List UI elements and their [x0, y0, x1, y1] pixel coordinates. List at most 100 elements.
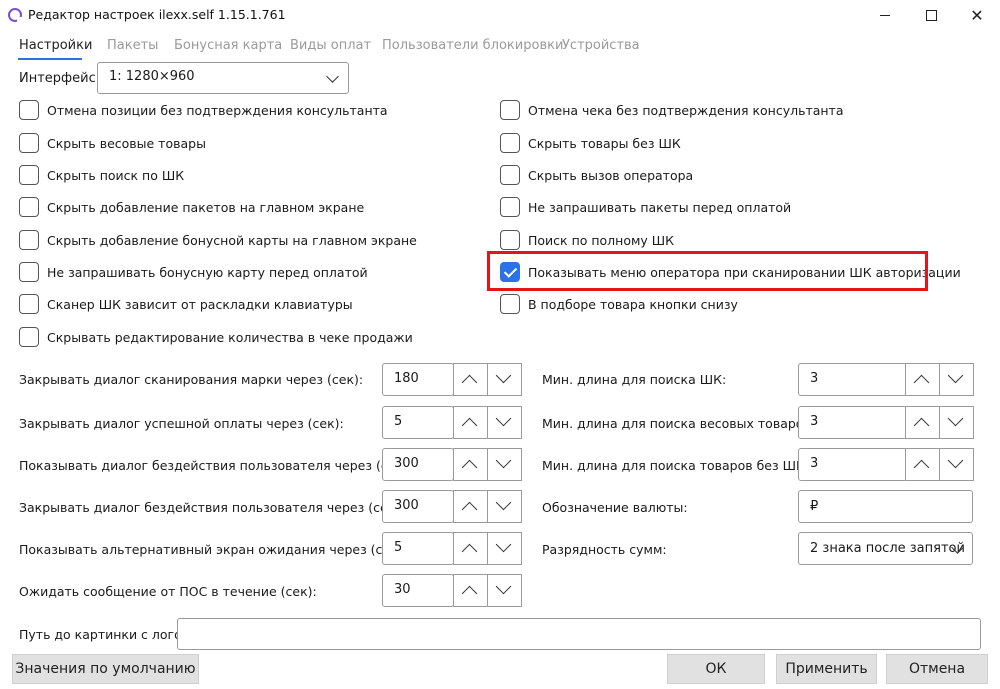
tab-settings[interactable]: Настройки [19, 38, 92, 53]
min-no-barcode-length-input[interactable]: 3 [798, 448, 907, 481]
maximize-button[interactable] [908, 0, 954, 30]
cancel-button[interactable]: Отмена [886, 654, 988, 684]
ok-button[interactable]: ОК [667, 654, 765, 684]
logo-path-label: Путь до картинки с лого: [19, 627, 186, 642]
spin-up-button[interactable] [453, 532, 488, 565]
spin-down-button[interactable] [487, 363, 522, 396]
field-label: Показывать диалог бездействия пользовате… [19, 458, 413, 473]
minimize-icon [880, 14, 890, 16]
interface-select[interactable]: 1: 1280×960 [97, 62, 349, 94]
spin-down-button[interactable] [487, 406, 522, 439]
checkbox-full-barcode-search[interactable] [500, 230, 520, 250]
checkbox-buttons-bottom[interactable] [500, 294, 520, 314]
highlight-box [487, 251, 928, 291]
field-label: Мин. длина для поиска весовых товаров: [542, 416, 816, 431]
chevron-up-icon [461, 374, 478, 391]
tab-lock-users[interactable]: Пользователи блокировки [382, 38, 563, 53]
spin-down-button[interactable] [939, 406, 974, 439]
spin-down-button[interactable] [487, 574, 522, 607]
field-label: Мин. длина для поиска ШК: [542, 372, 727, 387]
checkbox-hide-weighted[interactable] [19, 133, 39, 153]
chevron-down-icon [495, 536, 512, 553]
min-weighted-length-input[interactable]: 3 [798, 406, 907, 439]
active-tab-indicator [18, 58, 82, 60]
checkbox-label: Скрыть добавление пакетов на главном экр… [47, 200, 365, 215]
spin-up-button[interactable] [453, 574, 488, 607]
chevron-up-icon [913, 417, 930, 434]
spin-down-button[interactable] [487, 532, 522, 565]
chevron-down-icon [947, 452, 964, 469]
maximize-icon [925, 9, 937, 21]
apply-button[interactable]: Применить [776, 654, 877, 684]
digits-select[interactable]: 2 знака после запятой [798, 532, 973, 565]
checkbox-hide-no-barcode[interactable] [500, 133, 520, 153]
chevron-down-icon [495, 494, 512, 511]
chevron-up-icon [913, 459, 930, 476]
spin-up-button[interactable] [453, 490, 488, 523]
field-value: 300 [394, 456, 419, 471]
spin-down-button[interactable] [939, 448, 974, 481]
defaults-button[interactable]: Значения по умолчанию [12, 654, 199, 684]
tab-devices[interactable]: Устройства [562, 38, 640, 53]
tab-packages[interactable]: Пакеты [107, 38, 158, 53]
currency-value: ₽ [810, 499, 819, 514]
currency-input[interactable]: ₽ [798, 490, 973, 523]
min-barcode-length-input[interactable]: 3 [798, 363, 907, 396]
field-label: Закрывать диалог бездействия пользовател… [19, 500, 405, 515]
close-window-button[interactable]: ✕ [954, 0, 1000, 30]
checkbox-cancel-position[interactable] [19, 100, 39, 120]
spin-up-button[interactable] [905, 363, 940, 396]
checkbox-label: Скрывать редактирование количества в чек… [47, 330, 413, 345]
checkbox-hide-add-packages[interactable] [19, 197, 39, 217]
checkbox-label: Скрыть весовые товары [47, 136, 206, 151]
spin-up-button[interactable] [453, 448, 488, 481]
pos-wait-timeout-input[interactable]: 30 [382, 574, 454, 607]
chevron-up-icon [913, 374, 930, 391]
close-icon: ✕ [970, 5, 984, 25]
tab-payment-types[interactable]: Виды оплат [290, 38, 371, 53]
field-value: 180 [394, 371, 419, 386]
app-logo-icon [8, 8, 23, 23]
checkbox-scanner-layout[interactable] [19, 294, 39, 314]
spin-up-button[interactable] [453, 406, 488, 439]
spin-down-button[interactable] [487, 490, 522, 523]
field-label: Мин. длина для поиска товаров без ШК: [542, 458, 810, 473]
checkbox-no-bonus-before-payment[interactable] [19, 262, 39, 282]
interface-label: Интерфейс: [19, 71, 101, 86]
checkbox-no-packages-before-payment[interactable] [500, 197, 520, 217]
checkbox-label: Отмена чека без подтверждения консультан… [528, 103, 844, 118]
field-label: Показывать альтернативный экран ожидания… [19, 542, 407, 557]
checkbox-label: Не запрашивать бонусную карту перед опла… [47, 265, 368, 280]
field-label: Ожидать сообщение от ПОС в течение (сек)… [19, 584, 317, 599]
mark-scan-timeout-input[interactable]: 180 [382, 363, 454, 396]
spin-up-button[interactable] [905, 406, 940, 439]
payment-success-timeout-input[interactable]: 5 [382, 406, 454, 439]
checkbox-label: Отмена позиции без подтверждения консуль… [47, 103, 388, 118]
chevron-up-icon [461, 585, 478, 602]
checkbox-hide-add-bonus-card[interactable] [19, 230, 39, 250]
chevron-down-icon [947, 410, 964, 427]
chevron-up-icon [461, 501, 478, 518]
checkbox-cancel-receipt[interactable] [500, 100, 520, 120]
field-value: 300 [394, 498, 419, 513]
chevron-down-icon [495, 410, 512, 427]
minimize-button[interactable] [862, 0, 908, 30]
spin-down-button[interactable] [939, 363, 974, 396]
chevron-down-icon [495, 578, 512, 595]
inactivity-show-input[interactable]: 300 [382, 448, 454, 481]
spin-up-button[interactable] [905, 448, 940, 481]
checkbox-hide-operator-call[interactable] [500, 165, 520, 185]
inactivity-close-input[interactable]: 300 [382, 490, 454, 523]
checkbox-hide-qty-edit[interactable] [19, 327, 39, 347]
tab-bonus-card[interactable]: Бонусная карта [174, 38, 282, 53]
alt-screen-timeout-input[interactable]: 5 [382, 532, 454, 565]
logo-path-input[interactable] [177, 618, 981, 650]
spin-down-button[interactable] [487, 448, 522, 481]
field-value: 3 [810, 371, 819, 386]
interface-value: 1: 1280×960 [109, 69, 195, 84]
chevron-down-icon [947, 367, 964, 384]
checkbox-label: Сканер ШК зависит от раскладки клавиатур… [47, 297, 353, 312]
spin-up-button[interactable] [453, 363, 488, 396]
field-label: Закрывать диалог сканирования марки чере… [19, 372, 364, 387]
checkbox-hide-barcode-search[interactable] [19, 165, 39, 185]
